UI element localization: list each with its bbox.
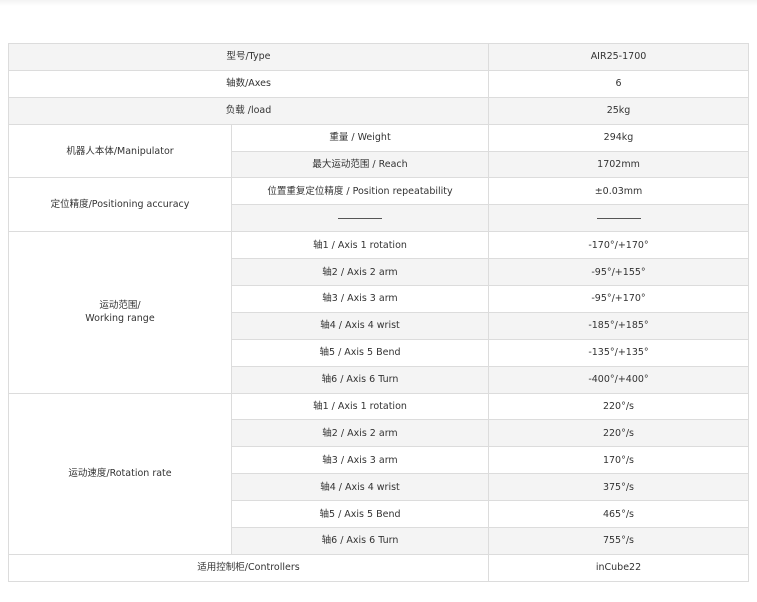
working-range-group-line1: 运动范围/ (99, 300, 141, 312)
range-axis3-value: -95°/+170° (488, 285, 749, 313)
table-row: 适用控制柜/Controllers inCube22 (8, 553, 749, 582)
axes-value: 6 (488, 69, 749, 98)
weight-label: 重量 / Weight (231, 123, 489, 152)
top-shadow (0, 0, 757, 6)
spec-table: 型号/Type AIR25-1700 轴数/Axes 6 负载 /load 25… (8, 43, 749, 582)
range-axis3-label: 轴3 / Axis 3 arm (231, 285, 489, 313)
range-axis6-value: -400°/+400° (488, 365, 749, 394)
working-range-group-line2: Working range (85, 313, 155, 325)
reach-value: 1702mm (488, 150, 749, 179)
dash-line (596, 217, 641, 219)
positioning-group: 定位精度/Positioning accuracy (8, 177, 232, 233)
rate-axis5-label: 轴5 / Axis 5 Bend (231, 500, 489, 529)
empty-label (231, 204, 489, 233)
table-row: 机器人本体/Manipulator 重量 / Weight 294kg (8, 123, 749, 179)
rate-axis6-value: 755°/s (488, 527, 749, 555)
controllers-value: inCube22 (488, 553, 749, 582)
repeatability-label: 位置重复定位精度 / Position repeatability (231, 177, 489, 206)
range-axis1-value: -170°/+170° (488, 231, 749, 260)
dash-line (338, 217, 382, 219)
rate-axis1-value: 220°/s (488, 392, 749, 421)
type-value: AIR25-1700 (488, 43, 749, 71)
table-row: 轴数/Axes 6 (8, 69, 749, 98)
range-axis1-label: 轴1 / Axis 1 rotation (231, 231, 489, 260)
range-axis4-label: 轴4 / Axis 4 wrist (231, 311, 489, 340)
load-value: 25kg (488, 96, 749, 125)
rotation-rate-group: 运动速度/Rotation rate (8, 392, 232, 555)
range-axis6-label: 轴6 / Axis 6 Turn (231, 365, 489, 394)
rate-axis1-label: 轴1 / Axis 1 rotation (231, 392, 489, 421)
controllers-label: 适用控制柜/Controllers (8, 553, 489, 582)
range-axis5-label: 轴5 / Axis 5 Bend (231, 338, 489, 367)
rate-axis2-value: 220°/s (488, 419, 749, 448)
table-row: 定位精度/Positioning accuracy 位置重复定位精度 / Pos… (8, 177, 749, 233)
manipulator-group: 机器人本体/Manipulator (8, 123, 232, 179)
rate-axis6-label: 轴6 / Axis 6 Turn (231, 527, 489, 555)
table-row: 负载 /load 25kg (8, 96, 749, 125)
range-axis4-value: -185°/+185° (488, 311, 749, 340)
rate-axis4-value: 375°/s (488, 473, 749, 502)
empty-value (488, 204, 749, 233)
rate-axis3-label: 轴3 / Axis 3 arm (231, 446, 489, 475)
range-axis2-value: -95°/+155° (488, 258, 749, 287)
working-range-group: 运动范围/ Working range (8, 231, 232, 394)
table-row: 运动速度/Rotation rate 轴1 / Axis 1 rotation … (8, 392, 749, 555)
axes-label: 轴数/Axes (8, 69, 489, 98)
rate-axis2-label: 轴2 / Axis 2 arm (231, 419, 489, 448)
table-row: 运动范围/ Working range 轴1 / Axis 1 rotation… (8, 231, 749, 394)
repeatability-value: ±0.03mm (488, 177, 749, 206)
range-axis2-label: 轴2 / Axis 2 arm (231, 258, 489, 287)
rate-axis5-value: 465°/s (488, 500, 749, 529)
load-label: 负载 /load (8, 96, 489, 125)
weight-value: 294kg (488, 123, 749, 152)
table-row: 型号/Type AIR25-1700 (8, 43, 749, 71)
rate-axis4-label: 轴4 / Axis 4 wrist (231, 473, 489, 502)
range-axis5-value: -135°/+135° (488, 338, 749, 367)
type-label: 型号/Type (8, 43, 489, 71)
rate-axis3-value: 170°/s (488, 446, 749, 475)
reach-label: 最大运动范围 / Reach (231, 150, 489, 179)
